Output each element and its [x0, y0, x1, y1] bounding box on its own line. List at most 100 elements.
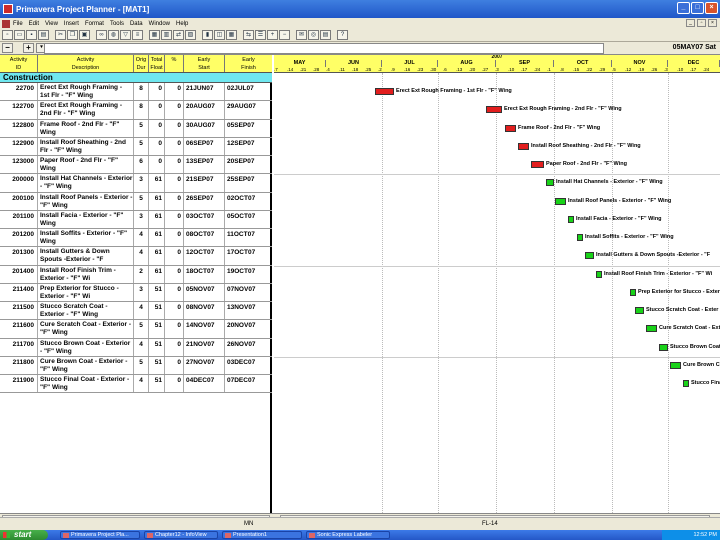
gantt-bar[interactable] [486, 106, 502, 114]
activity-description[interactable]: Install Facia - Exterior - "F" Wing [38, 210, 134, 228]
percent-complete[interactable]: 0 [165, 156, 184, 174]
orig-duration[interactable]: 4 [134, 302, 149, 320]
activity-id[interactable]: 211900 [0, 375, 38, 393]
menu-window[interactable]: Window [149, 21, 170, 27]
activity-description[interactable]: Stucco Brown Coat - Exterior - "F" Wing [38, 338, 134, 356]
col-early-start[interactable]: Early Start [184, 55, 225, 72]
gantt-bar[interactable] [659, 343, 668, 351]
zoom-out-icon[interactable]: − [279, 30, 290, 40]
table-row[interactable]: 201200 Install Soffits - Exterior - "F" W… [0, 229, 272, 248]
early-start[interactable]: 06SEP07 [184, 137, 225, 155]
total-float[interactable]: 0 [149, 119, 165, 137]
gantt-bar[interactable] [630, 288, 636, 296]
early-start[interactable]: 14NOV07 [184, 320, 225, 338]
total-float[interactable]: 61 [149, 174, 165, 192]
activity-id[interactable]: 122700 [0, 101, 38, 119]
col-activity-id[interactable]: Activity ID [0, 55, 38, 72]
early-finish[interactable]: 13NOV07 [225, 302, 272, 319]
sort-icon[interactable]: ≡ [132, 30, 143, 40]
activity-description[interactable]: Stucco Scratch Coat - Exterior - "F" Win… [38, 302, 134, 320]
total-float[interactable]: 61 [149, 229, 165, 247]
activity-id[interactable]: 201300 [0, 247, 38, 265]
percent-complete[interactable]: 0 [165, 356, 184, 374]
early-start[interactable]: 08NOV07 [184, 302, 225, 320]
early-finish[interactable]: 12SEP07 [225, 138, 272, 155]
task-labeler[interactable]: Sonic Express Labeler [306, 531, 390, 539]
activity-description[interactable]: Install Soffits - Exterior - "F" Wing [38, 229, 134, 247]
percent-complete[interactable]: 0 [165, 338, 184, 356]
orig-duration[interactable]: 3 [134, 174, 149, 192]
activity-id[interactable]: 123000 [0, 156, 38, 174]
task-primavera[interactable]: Primavera Project Pla... [60, 531, 140, 539]
gantt-bar[interactable] [375, 88, 394, 95]
resource-icon[interactable]: ☰ [255, 30, 266, 40]
web-icon[interactable]: ◎ [308, 30, 319, 40]
early-start[interactable]: 20AUG07 [184, 101, 225, 119]
total-float[interactable]: 61 [149, 247, 165, 265]
menu-insert[interactable]: Insert [64, 21, 79, 27]
menu-data[interactable]: Data [130, 21, 143, 27]
gantt-bar[interactable] [531, 161, 544, 168]
percent-complete[interactable]: 0 [165, 302, 184, 320]
barchart-icon[interactable]: ▮ [202, 30, 213, 40]
doc-close-button[interactable]: × [708, 19, 717, 27]
total-float[interactable]: 51 [149, 283, 165, 301]
early-finish[interactable]: 07NOV07 [225, 284, 272, 301]
orig-duration[interactable]: 5 [134, 119, 149, 137]
orig-duration[interactable]: 6 [134, 156, 149, 174]
gantt-bar[interactable] [635, 307, 644, 314]
activity-description[interactable]: Prep Exterior for Stucco - Exterior - "F… [38, 283, 134, 301]
zoom-icon[interactable]: ◍ [108, 30, 119, 40]
orig-duration[interactable]: 5 [134, 356, 149, 374]
gantt-bar[interactable] [585, 252, 594, 260]
menu-file[interactable]: File [13, 21, 23, 27]
activity-description[interactable]: Cure Scratch Coat - Exterior - "F" Wing [38, 320, 134, 338]
group-band[interactable]: Construction [0, 73, 272, 83]
report-icon[interactable]: ▤ [320, 30, 331, 40]
table-row[interactable]: 211500 Stucco Scratch Coat - Exterior - "… [0, 302, 272, 321]
percent-complete[interactable]: 0 [165, 101, 184, 119]
activity-id[interactable]: 200100 [0, 192, 38, 210]
col-early-finish[interactable]: Early Finish [225, 55, 272, 72]
total-float[interactable]: 0 [149, 101, 165, 119]
activity-description[interactable]: Install Gutters & Down Spouts -Exterior … [38, 247, 134, 265]
menu-edit[interactable]: Edit [29, 21, 39, 27]
gantt-bar[interactable] [577, 234, 583, 241]
activity-description[interactable]: Install Roof Finish Trim - Exterior - "F… [38, 265, 134, 283]
early-start[interactable]: 13SEP07 [184, 156, 225, 174]
percent-complete[interactable]: 0 [165, 210, 184, 228]
orig-duration[interactable]: 4 [134, 229, 149, 247]
gantt-bar[interactable] [505, 124, 516, 132]
col-description[interactable]: Activity Description [38, 55, 134, 72]
zoom-in-icon[interactable]: + [267, 30, 278, 40]
orig-duration[interactable]: 5 [134, 320, 149, 338]
early-finish[interactable]: 07DEC07 [225, 375, 272, 392]
activity-description[interactable]: Stucco Final Coat - Exterior - "F" Wing [38, 375, 134, 393]
email-icon[interactable]: ✉ [296, 30, 307, 40]
early-start[interactable]: 18OCT07 [184, 265, 225, 283]
total-float[interactable]: 51 [149, 338, 165, 356]
table-row[interactable]: 201400 Install Roof Finish Trim - Exterio… [0, 265, 272, 284]
gantt-bar[interactable] [646, 325, 657, 333]
activity-id[interactable]: 201200 [0, 229, 38, 247]
table-row[interactable]: 201300 Install Gutters & Down Spouts -Ext… [0, 247, 272, 266]
activity-description[interactable]: Erect Ext Rough Framing - 1st Flr - "F" … [38, 83, 134, 101]
percent-complete[interactable]: 0 [165, 83, 184, 101]
activity-description[interactable]: Cure Brown Coat - Exterior - "F" Wing [38, 356, 134, 374]
percent-complete[interactable]: 0 [165, 229, 184, 247]
early-finish[interactable]: 19OCT07 [225, 266, 272, 283]
table-row[interactable]: 211800 Cure Brown Coat - Exterior - "F" W… [0, 356, 272, 375]
activity-id[interactable]: 211600 [0, 320, 38, 338]
menu-view[interactable]: View [45, 21, 58, 27]
table-row[interactable]: 211400 Prep Exterior for Stucco - Exterio… [0, 283, 272, 302]
activity-id[interactable]: 122900 [0, 137, 38, 155]
orig-duration[interactable]: 5 [134, 137, 149, 155]
edit-field[interactable] [44, 43, 604, 54]
activity-id[interactable]: 201400 [0, 265, 38, 283]
open-icon[interactable]: ▭ [14, 30, 25, 40]
expand-button[interactable]: + [23, 43, 34, 53]
early-start[interactable]: 27NOV07 [184, 356, 225, 374]
early-finish[interactable]: 26NOV07 [225, 339, 272, 356]
collapse-button[interactable]: − [2, 43, 13, 53]
help-icon[interactable]: ? [337, 30, 348, 40]
